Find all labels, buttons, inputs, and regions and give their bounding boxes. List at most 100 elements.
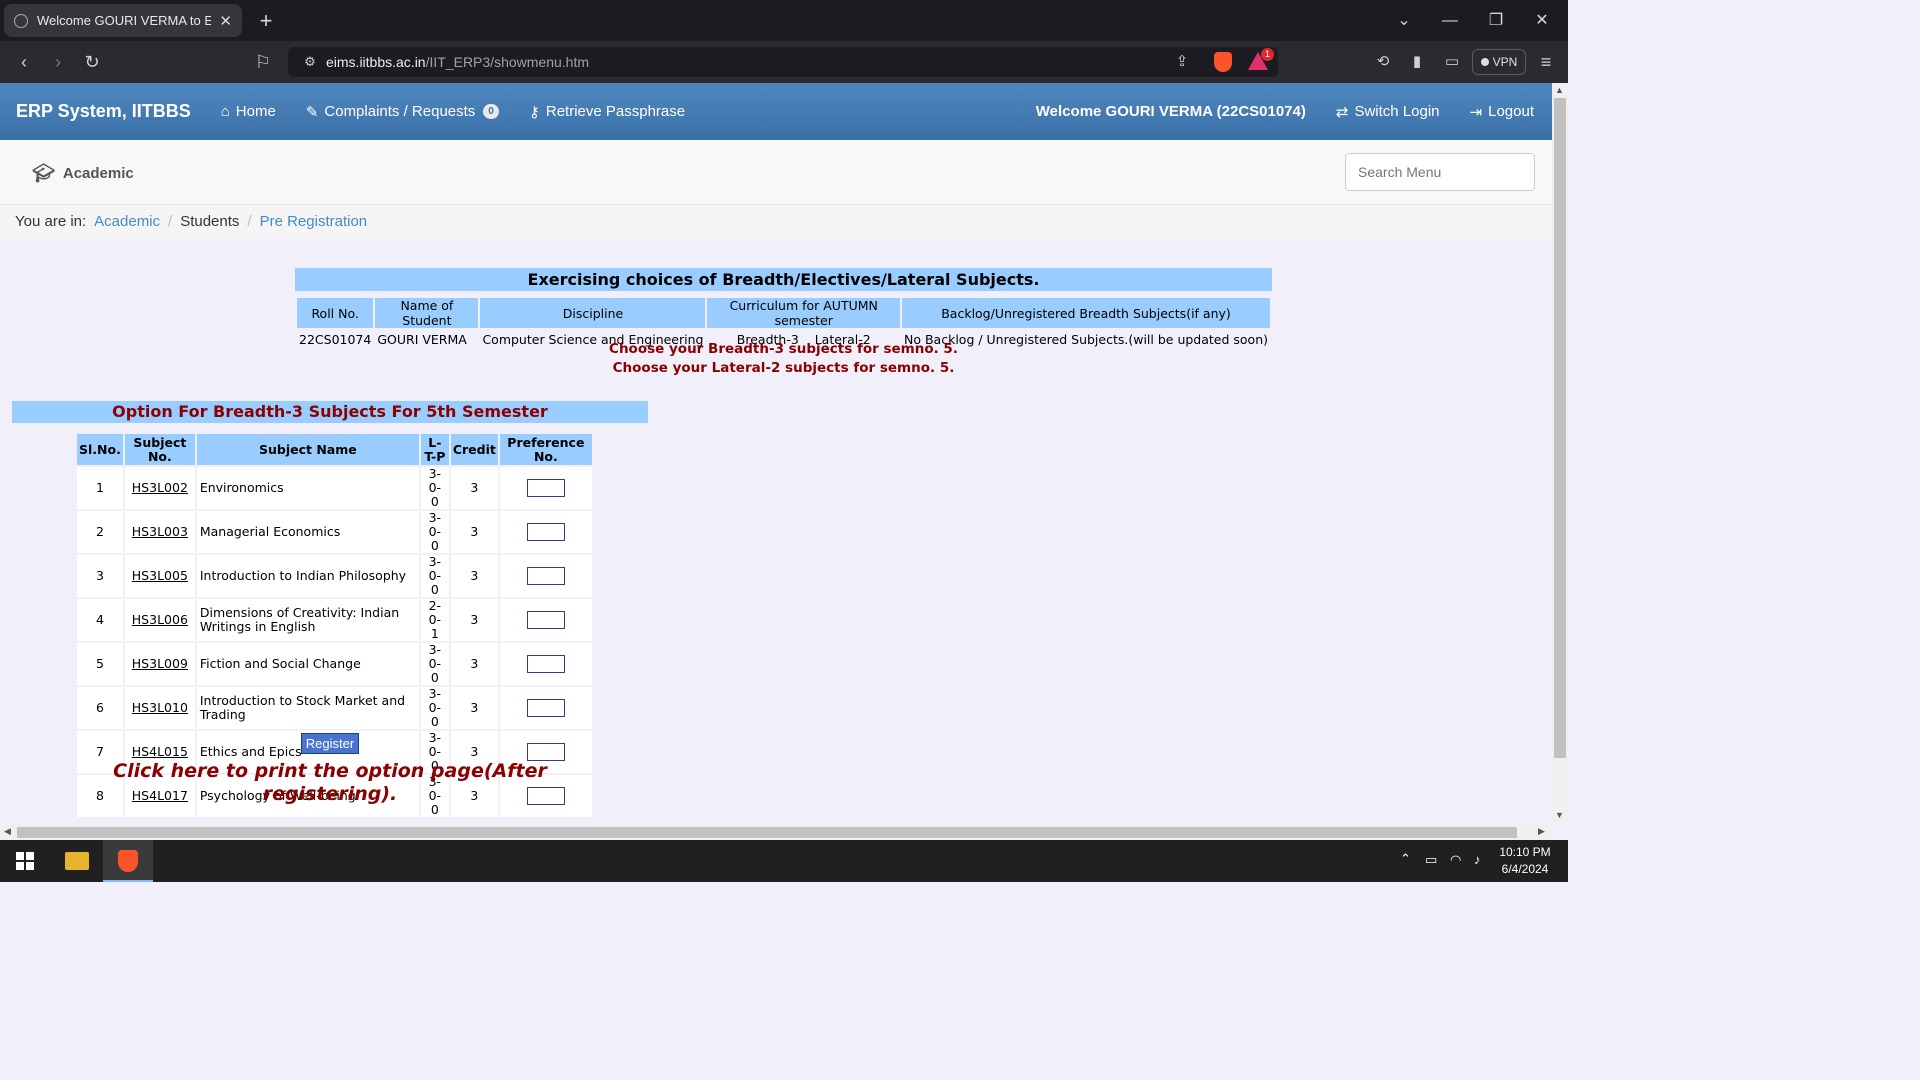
col-ltp-line2: T-P — [424, 448, 446, 464]
scroll-down-icon[interactable]: ▼ — [1555, 810, 1564, 820]
credit-cell: 3 — [450, 643, 498, 685]
key-icon: ⚷ — [528, 103, 540, 121]
nav-retrieve-passphrase[interactable]: ⚷ Retrieve Passphrase — [529, 103, 685, 121]
share-icon[interactable]: ⇪ — [1170, 41, 1194, 83]
nav-complaints[interactable]: ✎ Complaints / Requests 0 — [306, 103, 499, 121]
close-window-icon[interactable]: ✕ — [1530, 0, 1554, 41]
breadcrumb-prefix: You are in: — [15, 213, 87, 230]
vertical-scroll-thumb[interactable] — [1554, 98, 1566, 758]
ltp-line1: 3-0- — [428, 554, 442, 583]
preference-input[interactable] — [526, 523, 565, 541]
reload-icon[interactable]: ↻ — [80, 41, 104, 83]
credit-cell: 3 — [450, 555, 498, 597]
subject-no-link[interactable]: HS3L005 — [124, 555, 195, 597]
brand-title[interactable]: ERP System, IITBBS — [16, 101, 191, 122]
register-button[interactable]: Register — [301, 733, 359, 754]
windows-taskbar — [0, 840, 1568, 882]
menu-icon[interactable]: ≡ — [1534, 41, 1558, 83]
lateral-message: Choose your Lateral-2 subjects for semno… — [612, 360, 955, 376]
nav-switch-login[interactable]: ⇄ Switch Login — [1336, 103, 1440, 121]
forward-icon[interactable]: › — [46, 41, 70, 83]
clock-time: 10:10 PM — [1499, 845, 1551, 859]
site-settings-icon[interactable]: ⚙ — [298, 41, 322, 83]
wifi-icon[interactable]: ◠ — [1450, 852, 1461, 868]
windows-start-icon[interactable] — [16, 852, 34, 870]
ltp-cell: 3-0- 0 — [420, 687, 449, 729]
subject-name-line1: Dimensions of Creativity: Indian — [199, 605, 400, 620]
tab-search-chevron-icon[interactable]: ⌄ — [1392, 0, 1416, 41]
url-path: /IIT_ERP3/showmenu.htm — [425, 54, 589, 70]
subject-no-link[interactable]: HS3L002 — [124, 467, 195, 509]
nav-switch-label: Switch Login — [1354, 103, 1440, 120]
sub-header — [0, 140, 1552, 205]
col-subject-name: Subject Name — [196, 434, 419, 465]
welcome-text: Welcome GOURI VERMA (22CS01074) — [1035, 103, 1306, 120]
academic-menu[interactable]: 🎓︎ Academic — [32, 163, 134, 184]
scroll-right-icon[interactable]: ▶ — [1538, 826, 1545, 837]
col-ltp-line1: L- — [428, 434, 442, 450]
scroll-left-icon[interactable]: ◀ — [4, 826, 11, 837]
wallet-icon[interactable]: ▭ — [1440, 41, 1464, 83]
taskbar-clock[interactable]: 10:10 PM 6/4/2024 — [1490, 844, 1560, 878]
subject-name-cell: Managerial Economics — [196, 511, 419, 553]
leo-ai-icon[interactable]: ⟲ — [1371, 41, 1395, 83]
table-row: 2 HS3L003 Managerial Economics 3-0- 0 3 — [77, 511, 592, 553]
back-icon[interactable]: ‹ — [12, 41, 36, 83]
preference-cell — [499, 511, 592, 553]
minimize-icon[interactable]: — — [1438, 0, 1462, 41]
ltp-cell: 3-0- 0 — [420, 643, 449, 685]
preference-cell — [499, 687, 592, 729]
edit-icon: ✎ — [305, 103, 319, 121]
preference-input[interactable] — [526, 567, 565, 585]
vpn-label: VPN — [1492, 55, 1518, 69]
ltp-line2: 0 — [430, 670, 439, 685]
battery-icon[interactable]: ▭ — [1425, 852, 1437, 868]
subject-no-link[interactable]: HS3L010 — [124, 687, 195, 729]
nav-logout-label: Logout — [1488, 103, 1534, 120]
preference-input[interactable] — [526, 699, 565, 717]
close-tab-icon[interactable]: ✕ — [219, 12, 232, 30]
credit-cell: 3 — [450, 599, 498, 641]
brave-shield-icon[interactable] — [1214, 52, 1232, 72]
preference-input[interactable] — [526, 743, 565, 761]
search-menu-input[interactable] — [1345, 153, 1535, 191]
table-row: 3 HS3L005 Introduction to Indian Philosoph… — [77, 555, 592, 597]
preference-input[interactable] — [526, 655, 565, 673]
sidebar-icon[interactable]: ▮ — [1405, 41, 1429, 83]
ltp-cell: 3-0- 0 — [420, 554, 449, 597]
ltp-line1: 3-0- — [428, 510, 442, 539]
breadcrumb-academic[interactable]: Academic — [94, 213, 160, 231]
browser-tab[interactable]: Welcome GOURI VERMA to ERP ✕ — [4, 4, 242, 37]
vpn-status-icon — [1480, 58, 1489, 66]
restore-icon[interactable]: ❐ — [1484, 0, 1508, 41]
col-subject-no-line2: No. — [147, 448, 172, 464]
scroll-up-icon[interactable]: ▲ — [1555, 85, 1564, 95]
subject-no-link[interactable]: HS3L003 — [124, 511, 195, 553]
breadcrumb-students: Students — [180, 213, 240, 230]
print-option-link[interactable]: Click here to print the option page(Afte… — [100, 760, 560, 806]
volume-icon[interactable]: ♪ — [1474, 852, 1481, 867]
alert-badge: 1 — [1261, 48, 1274, 61]
switch-icon: ⇄ — [1335, 103, 1349, 121]
preference-input[interactable] — [526, 479, 565, 497]
tray-chevron-icon[interactable]: ⌃ — [1400, 851, 1411, 867]
ltp-cell: 3-0- 0 — [420, 466, 449, 509]
nav-complaints-label: Complaints / Requests — [324, 103, 476, 120]
academic-label: Academic — [62, 165, 134, 182]
nav-home[interactable]: ⌂ Home — [221, 103, 276, 120]
nav-logout[interactable]: ⇥ Logout — [1470, 103, 1534, 121]
vpn-button[interactable]: VPN — [1472, 49, 1526, 75]
preference-input[interactable] — [526, 611, 565, 629]
info-header-row: Roll No. Name of Student Discipline Curr… — [297, 298, 1270, 328]
breadcrumb-pre-registration[interactable]: Pre Registration — [260, 213, 368, 231]
horizontal-scroll-thumb[interactable] — [17, 827, 1517, 838]
bookmark-icon[interactable]: ⚐ — [251, 41, 275, 83]
url-bar[interactable]: eims.iitbbs.ac.in/IIT_ERP3/showmenu.htm — [288, 47, 1278, 77]
credit-cell: 3 — [450, 687, 498, 729]
new-tab-icon[interactable]: + — [254, 0, 278, 41]
ltp-line1: 3-0- — [428, 466, 442, 495]
subject-no-link[interactable]: HS3L009 — [124, 643, 195, 685]
subject-no-link[interactable]: HS3L006 — [124, 599, 195, 641]
ltp-line2: 0 — [430, 538, 439, 553]
file-explorer-icon[interactable] — [65, 852, 89, 870]
